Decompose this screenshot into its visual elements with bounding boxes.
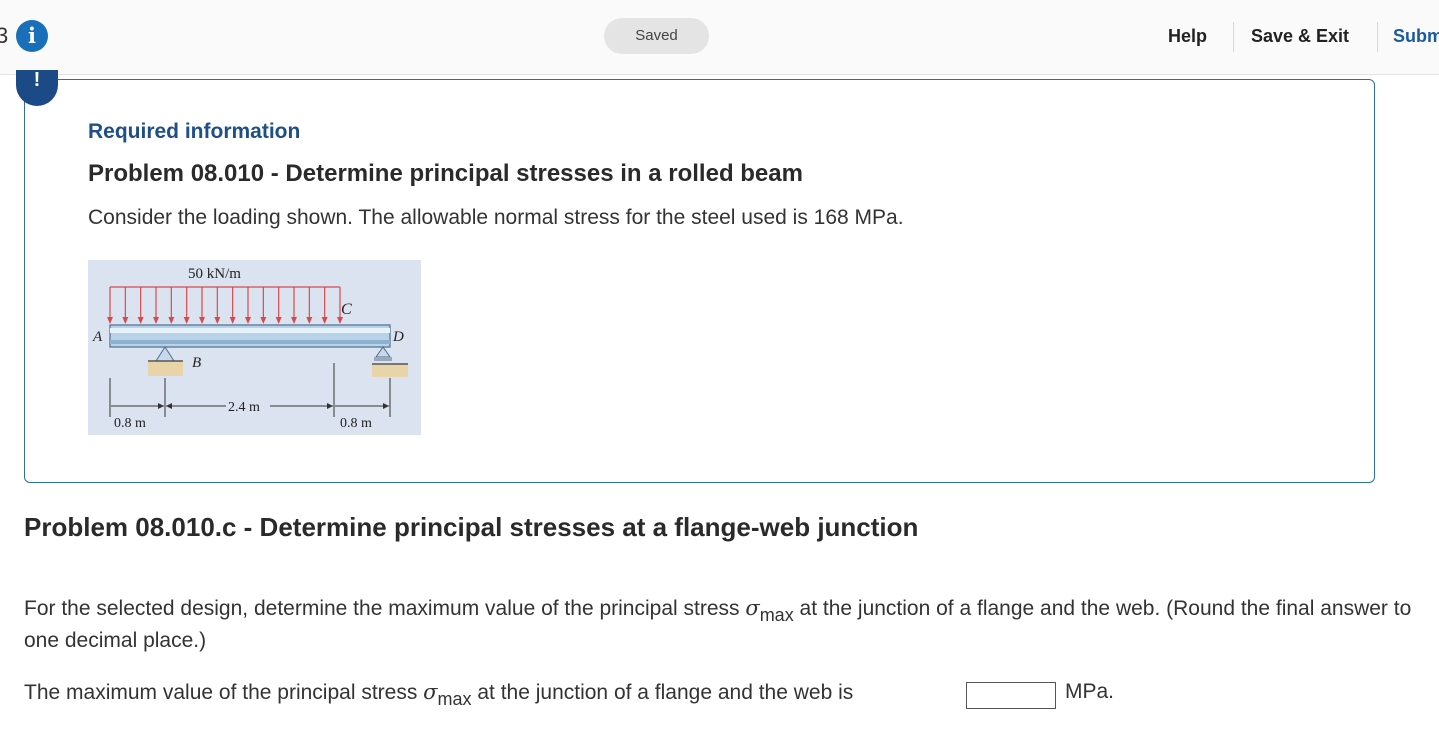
load-arrow-head	[153, 317, 159, 324]
info-icon[interactable]: i	[16, 20, 48, 52]
question-title: Problem 08.010.c - Determine principal s…	[24, 512, 919, 542]
sigma-subscript: max	[437, 689, 472, 709]
load-label: 50 kN/m	[188, 266, 241, 282]
answer-prompt: The maximum value of the principal stres…	[24, 680, 854, 709]
load-arrow-head	[183, 317, 190, 324]
answer-text-1: The maximum value of the principal stres…	[24, 681, 424, 704]
load-arrow-head	[245, 317, 251, 324]
load-arrow-head	[137, 317, 144, 324]
required-info-heading: Required information	[88, 120, 301, 143]
load-arrow-head	[291, 317, 297, 324]
beam-shade	[110, 340, 390, 344]
load-arrow-head	[168, 317, 175, 324]
answer-text-2: at the junction of a flange and the web …	[471, 681, 854, 704]
ground-b	[148, 361, 183, 376]
load-arrow-head	[214, 317, 221, 324]
question-number: 3	[0, 23, 9, 48]
point-c-label: C	[341, 301, 352, 318]
load-arrow-head	[122, 317, 129, 324]
answer-input[interactable]	[966, 682, 1056, 709]
sigma-subscript: max	[759, 605, 794, 625]
dim-middle-label: 2.4 m	[228, 400, 260, 415]
point-d-label: D	[392, 329, 404, 345]
dim-arrowhead	[383, 403, 389, 409]
save-exit-button[interactable]: Save & Exit	[1251, 26, 1349, 47]
divider	[1233, 22, 1234, 52]
dim-arrowhead	[158, 403, 164, 409]
problem-text: Consider the loading shown. The allowabl…	[88, 206, 904, 229]
dim-right-label: 0.8 m	[340, 416, 372, 431]
ground-d	[372, 364, 408, 377]
load-arrow-head	[199, 317, 205, 324]
problem-title: Problem 08.010 - Determine principal str…	[88, 160, 803, 187]
pin-support-b	[155, 346, 175, 362]
help-button[interactable]: Help	[1168, 26, 1207, 47]
load-arrow-head	[275, 317, 282, 324]
roller-base	[374, 357, 392, 361]
load-arrow-head	[337, 317, 343, 324]
load-arrow-head	[229, 317, 236, 324]
question-instructions: For the selected design, determine the m…	[24, 592, 1434, 657]
submit-button[interactable]: Submit	[1393, 26, 1439, 47]
load-arrow-head	[107, 317, 113, 324]
dim-arrowhead	[166, 403, 172, 409]
instructions-text-1: For the selected design, determine the m…	[24, 597, 746, 620]
point-b-label: B	[192, 355, 201, 371]
top-bar: 3 i Saved Help Save & Exit Submit	[0, 0, 1439, 75]
saved-status-badge: Saved	[604, 18, 709, 54]
divider	[1377, 22, 1378, 52]
point-a-label: A	[92, 329, 103, 345]
load-arrow-head	[321, 317, 328, 324]
sigma-symbol: σ	[745, 596, 760, 620]
beam-highlight	[110, 328, 390, 333]
unit-label: MPa.	[1065, 680, 1115, 703]
dim-arrowhead	[327, 403, 333, 409]
roller-support-d	[375, 346, 391, 358]
beam-figure: 50 kN/m C A D B 0.8 m 2.4 m 0.8 m	[88, 260, 421, 435]
load-arrow-head	[260, 317, 267, 324]
dim-left-label: 0.8 m	[114, 416, 146, 431]
load-arrow-head	[306, 317, 313, 324]
distributed-load-arrows	[107, 287, 343, 324]
sigma-symbol: σ	[423, 680, 438, 704]
